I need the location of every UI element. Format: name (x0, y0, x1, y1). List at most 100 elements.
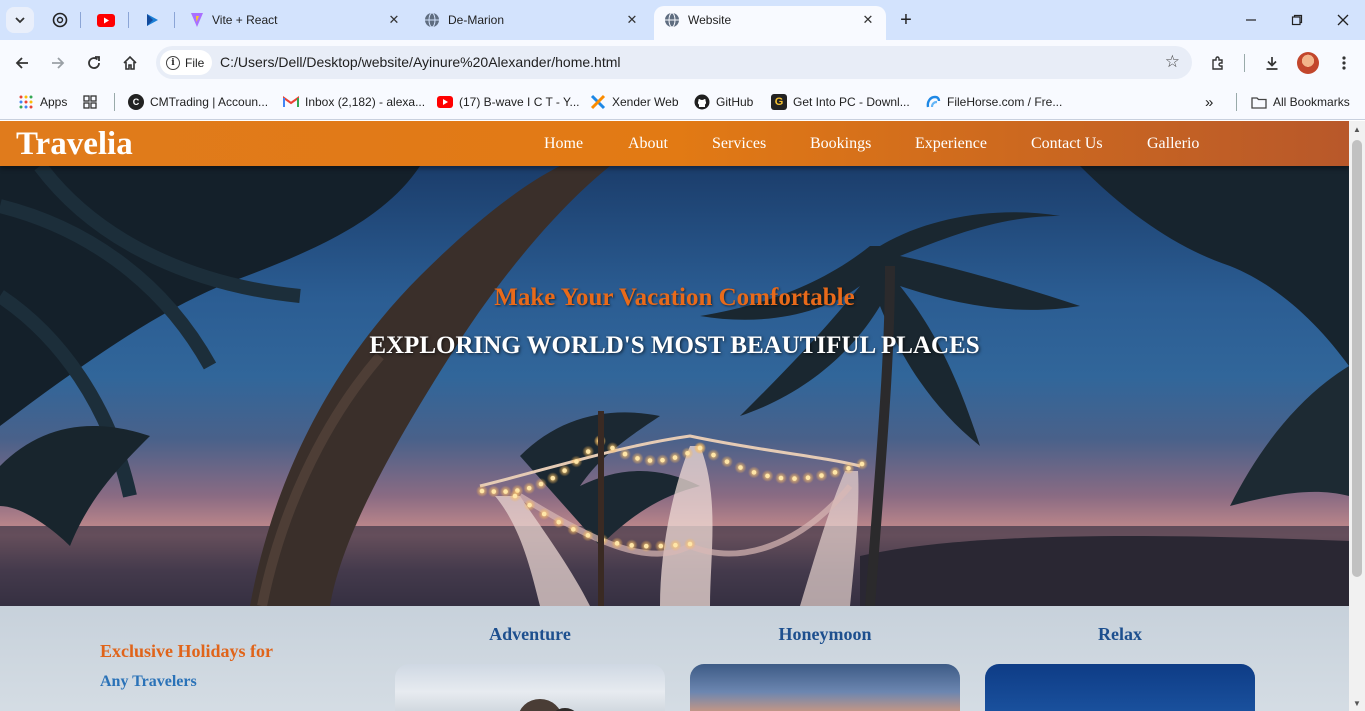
minimize-button[interactable] (1236, 8, 1266, 32)
bookmark-youtube[interactable]: (17) B-wave I C T - Y... (437, 93, 580, 111)
url-text[interactable]: C:/Users/Dell/Desktop/website/Ayinure%20… (220, 54, 620, 70)
bookmark-label: (17) B-wave I C T - Y... (459, 95, 580, 109)
light-bulb (479, 488, 485, 494)
hero-subtitle: Make Your Vacation Comfortable (494, 284, 855, 311)
close-icon[interactable]: ✕ (860, 12, 876, 28)
light-bulb (491, 489, 497, 494)
light-bulb (550, 475, 556, 481)
bookmark-cmtrading[interactable]: C CMTrading | Accoun... (128, 93, 268, 111)
nav-link-contact-us[interactable]: Contact Us (1031, 135, 1103, 153)
light-bulb (738, 465, 743, 470)
hero-title: EXPLORING WORLD'S MOST BEAUTIFUL PLACES (369, 332, 980, 359)
light-bulb (697, 445, 703, 451)
pinned-tab-youtube[interactable] (94, 8, 118, 32)
nav-link-about[interactable]: About (628, 135, 668, 153)
light-bulb (526, 485, 532, 491)
bookmark-getintopc[interactable]: G Get Into PC - Downl... (771, 93, 910, 111)
bookmark-github[interactable]: GitHub (694, 93, 753, 111)
profile-avatar[interactable] (1297, 52, 1319, 74)
tab-website[interactable]: Website ✕ (654, 6, 886, 40)
light-bulb (538, 481, 544, 487)
menu-button[interactable] (1331, 50, 1357, 76)
nav-link-experience[interactable]: Experience (915, 135, 987, 153)
close-icon[interactable]: ✕ (624, 12, 640, 28)
light-bulb (660, 457, 665, 463)
tab-groups-button[interactable] (82, 93, 104, 111)
home-icon (123, 55, 137, 70)
new-tab-button[interactable]: + (891, 8, 921, 32)
close-icon (1337, 14, 1349, 26)
tab-de-marion[interactable]: De-Marion ✕ (414, 6, 650, 34)
more-bookmarks-button[interactable]: » (1205, 93, 1213, 111)
close-icon[interactable]: ✕ (386, 12, 402, 28)
all-bookmarks-button[interactable]: All Bookmarks (1251, 93, 1350, 111)
reload-button[interactable] (81, 50, 107, 76)
bookmark-apps[interactable]: Apps (18, 93, 67, 111)
section-heading: Exclusive Holidays for (100, 641, 274, 661)
close-window-button[interactable] (1328, 8, 1358, 32)
tab-label: Website (688, 13, 732, 27)
light-bulb (819, 473, 824, 478)
github-icon (694, 94, 710, 110)
page-viewport: Travelia Home About Services Bookings Ex… (0, 121, 1349, 711)
light-bulb (585, 449, 591, 454)
card-image-relax[interactable] (985, 664, 1255, 711)
nav-link-services[interactable]: Services (712, 135, 766, 153)
chatgpt-icon (52, 12, 68, 28)
bookmark-label: Apps (40, 95, 68, 109)
card-image-adventure[interactable] (395, 664, 665, 711)
bookmark-xender[interactable]: Xender Web (590, 93, 679, 111)
scroll-up-arrow-icon[interactable]: ▲ (1353, 125, 1361, 134)
light-bulb (614, 541, 620, 546)
bookmark-gmail[interactable]: Inbox (2,182) - alexa... (283, 93, 425, 111)
light-bulb (711, 452, 716, 458)
page-scrollbar[interactable]: ▲ ▼ (1349, 121, 1365, 711)
bookmark-label: CMTrading | Accoun... (150, 95, 269, 109)
getintopc-icon: G (771, 94, 787, 110)
folder-icon (1251, 94, 1267, 110)
tab-search-button[interactable] (6, 7, 34, 33)
pinned-tab-app[interactable] (140, 8, 164, 32)
light-bulb (635, 456, 640, 461)
light-bulb (673, 542, 678, 548)
restore-button[interactable] (1282, 8, 1312, 32)
bookmarks-bar: Apps C CMTrading | Accoun... Inbox (2,18… (0, 85, 1365, 120)
bookmark-star-icon[interactable]: ☆ (1165, 52, 1180, 72)
nav-link-home[interactable]: Home (544, 135, 583, 153)
card-image-honeymoon[interactable] (690, 664, 960, 711)
bookmark-label: All Bookmarks (1273, 95, 1350, 109)
light-bulb (832, 470, 838, 475)
nav-link-bookings[interactable]: Bookings (810, 135, 871, 153)
back-button[interactable] (9, 50, 35, 76)
site-navbar: Travelia Home About Services Bookings Ex… (0, 121, 1349, 166)
address-bar[interactable]: i File C:/Users/Dell/Desktop/website/Ayi… (156, 46, 1192, 79)
home-button[interactable] (117, 50, 143, 76)
site-info-chip[interactable]: i File (160, 50, 213, 75)
bookmark-label: GitHub (716, 95, 754, 109)
tab-vite-react[interactable]: Vite + React ✕ (180, 6, 412, 34)
light-bulb (512, 493, 518, 499)
pinned-tab-chatgpt[interactable] (48, 8, 72, 32)
minimize-icon (1246, 19, 1256, 21)
xender-icon (590, 94, 606, 110)
light-bulb (778, 475, 784, 481)
filehorse-icon (925, 94, 941, 110)
bookmark-filehorse[interactable]: FileHorse.com / Fre... (925, 93, 1062, 111)
light-bulb (610, 445, 615, 451)
section-subheading: Any Travelers (100, 673, 197, 690)
forward-button[interactable] (45, 50, 71, 76)
nav-link-gallerio[interactable]: Gallerio (1147, 135, 1199, 153)
card-title-relax: Relax (1098, 624, 1142, 644)
extensions-button[interactable] (1205, 50, 1231, 76)
puzzle-icon (1212, 56, 1223, 70)
scroll-thumb[interactable] (1352, 140, 1362, 577)
hero-background-image (0, 166, 1349, 606)
downloads-button[interactable] (1259, 50, 1285, 76)
info-icon: i (166, 55, 180, 70)
scroll-down-arrow-icon[interactable]: ▼ (1353, 699, 1361, 708)
restore-icon (1291, 14, 1303, 26)
light-bulb (571, 527, 576, 532)
site-logo[interactable]: Travelia (16, 126, 133, 163)
card-title-adventure: Adventure (489, 624, 571, 644)
bookmark-label: Xender Web (612, 95, 679, 109)
